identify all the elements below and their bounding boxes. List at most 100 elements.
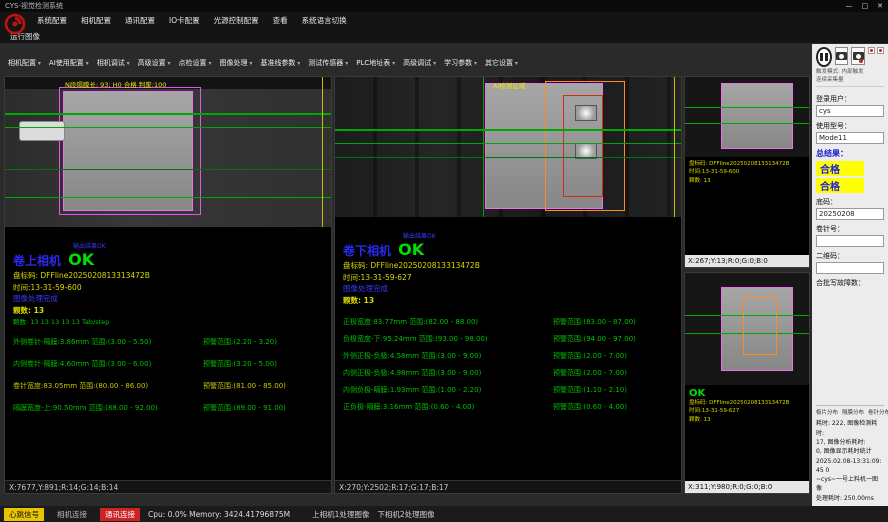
measurement-list: 正极宽度:83.77mm 范围:(82.00 - 88.00) 预警范围:(83…	[341, 317, 675, 412]
toolbar-item[interactable]: 基准线参数	[256, 58, 304, 68]
camera-snapshot-button[interactable]	[835, 47, 849, 65]
gripper-part	[19, 121, 65, 141]
measurement-warn-range: 预警范围:(2.20 - 3.20)	[203, 337, 323, 347]
preview-panel-lower[interactable]: OK 盘标码: DFFline2025020813313472B 时间:13-3…	[684, 272, 810, 494]
green-guide-line	[685, 123, 809, 124]
stats-tab[interactable]: 隔膜分布	[842, 408, 864, 416]
result-caption: 输出结果OK	[403, 231, 436, 240]
lower-camera-process-status: 下相机2处理图像	[377, 509, 434, 520]
measurement-list: 外侧卷针-隔膜:3.86mm 范围:(3.00 - 5.50) 预警范围:(2.…	[11, 337, 325, 413]
measurement-row: 卷针宽度:83.05mm 范围:(80.00 - 86.00) 预警范围:(81…	[13, 381, 323, 391]
menu-item[interactable]: 系统语言切换	[295, 15, 354, 26]
preview-result-ok: OK	[689, 388, 805, 399]
qr-code-field[interactable]	[816, 262, 884, 274]
alarm-indicator-icon[interactable]	[877, 47, 884, 54]
measurement-row: 负极宽度-下:95.24mm 范围:(93.00 - 98.00) 预警范围:(…	[343, 334, 673, 344]
result-value-badge: 合格	[816, 161, 864, 176]
toolbar-item[interactable]: 其它设置	[481, 58, 522, 68]
pause-button[interactable]	[816, 47, 832, 67]
toolbar-item[interactable]: 点检设置	[175, 58, 216, 68]
barcode-line: 盘标码: DFFline2025020813313472B	[341, 260, 675, 272]
measurement-value: 内侧卷针-隔膜:4.60mm 范围:(3.00 - 6.00)	[13, 359, 203, 369]
toolbar-item[interactable]: 学习参数	[440, 58, 481, 68]
measurement-row: 内侧正极-负极:4.98mm 范围:(3.00 - 9.00) 预警范围:(2.…	[343, 368, 673, 378]
total-result-label: 总结果：	[816, 148, 884, 159]
product-region	[721, 83, 793, 149]
status-bar: 心跳信号 相机连接 通讯连接 Cpu: 0.0% Memory: 3424.41…	[0, 506, 888, 522]
camera-info-lower: 输出结果OK 卷下相机 OK 盘标码: DFFline2025020813313…	[335, 217, 681, 480]
measurement-value: 正极宽度:83.77mm 范围:(82.00 - 88.00)	[343, 317, 553, 327]
measurement-value: 隔膜宽度-上:90.50mm 范围:(88.00 - 92.00)	[13, 403, 203, 413]
green-guide-line	[335, 143, 681, 144]
comm-connect-status-badge: 通讯连接	[100, 508, 140, 521]
run-image-tab-row: 运行图像	[0, 29, 888, 43]
count-line: 颗数: 13	[341, 295, 675, 307]
upper-camera-process-status: 上相机1处理图像	[312, 509, 369, 520]
preview-image	[685, 77, 809, 157]
app-logo-icon	[4, 13, 26, 35]
green-vertical-line	[483, 77, 484, 217]
stats-tab[interactable]: 卷针分布	[868, 408, 888, 416]
camera-result-title: 输出结果OK 卷上相机 OK	[13, 241, 325, 267]
measurement-warn-range: 预警范围:(2.00 - 7.00)	[553, 368, 673, 378]
bottom-code-label: 底码：	[816, 197, 884, 207]
measurement-warn-range: 预警范围:(3.20 - 5.00)	[203, 359, 323, 369]
camera-image-lower: AI检测区域	[335, 77, 681, 217]
measurement-warn-range: 预警范围:(81.00 - 85.00)	[203, 381, 323, 391]
camera-icon	[836, 52, 847, 60]
login-user-field[interactable]: cys	[816, 105, 884, 117]
menu-bar: 系统配置 相机配置 通讯配置 IO卡配置 光源控制配置 查看 系统语言切换	[0, 12, 888, 29]
measurement-warn-range: 预警范围:(89.00 - 91.00)	[203, 403, 323, 413]
count-line: 颗数: 13	[11, 305, 325, 317]
stats-tab[interactable]: 极片分布	[816, 408, 838, 416]
stats-log-line: 耗时: 222, 图像检测耗时:	[816, 419, 884, 438]
result-caption: 输出结果OK	[73, 241, 106, 250]
maximize-button[interactable]: □	[862, 2, 869, 10]
stats-log-line: 0, 图像显示耗时统计	[816, 447, 884, 456]
stats-tabs: 极片分布 隔膜分布 卷针分布	[816, 408, 884, 416]
green-guide-line	[5, 127, 331, 128]
menu-item[interactable]: IO卡配置	[162, 15, 207, 26]
close-button[interactable]: ✕	[877, 2, 883, 10]
product-region	[63, 91, 193, 211]
minimize-button[interactable]: —	[846, 2, 853, 10]
preview-info: OK 盘标码: DFFline2025020813313472B 时间:13-3…	[685, 385, 809, 427]
menu-item[interactable]: 查看	[266, 15, 295, 26]
qr-code-label: 二维码：	[816, 251, 884, 261]
pixel-coords-upper: X:7677,Y:891;R:14;G:14;B:14	[5, 480, 331, 493]
titlebar: CYS-视觉检测系统 — □ ✕	[0, 0, 888, 12]
menu-item[interactable]: 光源控制配置	[207, 15, 266, 26]
cpu-memory-status: Cpu: 0.0% Memory: 3424.41796875M	[148, 510, 290, 519]
camera-result-title: 输出结果OK 卷下相机 OK	[343, 231, 675, 257]
preview-panel-upper[interactable]: 盘标码: DFFline2025020813313472B 时间:13-31-5…	[684, 76, 810, 268]
menu-item[interactable]: 相机配置	[74, 15, 118, 26]
stats-log-line: ~cys~一号上料机一图像	[816, 475, 884, 494]
bottom-code-field[interactable]: 20250208	[816, 208, 884, 220]
camera-record-button[interactable]	[851, 47, 865, 65]
menu-item[interactable]: 通讯配置	[118, 15, 162, 26]
needle-number-field[interactable]	[816, 235, 884, 247]
toolbar-item[interactable]: PLC地址表	[352, 58, 399, 68]
toolbar-item[interactable]: AI使用配置	[45, 58, 93, 68]
menu-item[interactable]: 系统配置	[30, 15, 74, 26]
camera-panel-upper: N段隔膜长: 93; H0 合格 判废:100 输出结果OK 卷上相机 OK 盘…	[4, 76, 332, 494]
toolbar-item[interactable]: 高级设置	[134, 58, 175, 68]
measurement-value: 内侧正极-负极:4.98mm 范围:(3.00 - 9.00)	[343, 368, 553, 378]
model-field[interactable]: Mode11	[816, 132, 884, 144]
camera-connect-status: 相机连接	[52, 508, 92, 521]
toolbar-item[interactable]: 相机配置	[4, 58, 45, 68]
toolbar-item[interactable]: 高级调试	[399, 58, 440, 68]
toolbar-item[interactable]: 图像处理	[215, 58, 256, 68]
toolbar-item[interactable]: 相机调试	[93, 58, 134, 68]
toolbar-item[interactable]: 测试传感器	[304, 58, 352, 68]
barcode-line: 盘标码: DFFline2025020813313472B	[11, 270, 325, 282]
measurement-value: 外侧卷针-隔膜:3.86mm 范围:(3.00 - 5.50)	[13, 337, 203, 347]
alarm-indicator-icon[interactable]	[868, 47, 875, 54]
stats-log-line: 17, 图像分析耗时:	[816, 438, 884, 447]
time-line: 时间:13-31-59-600	[11, 282, 325, 294]
preview-coords: X:311;Y:980;R:0;G:0;B:0	[685, 481, 809, 493]
needle-number-label: 卷针号：	[816, 224, 884, 234]
preview-coords: X:267;Y:13;R:0;G:0;B:0	[685, 255, 809, 267]
measurement-value: 正负极-隔膜:3.16mm 范围:(0.60 - 4.00)	[343, 402, 553, 412]
measurement-row: 外侧卷针-隔膜:3.86mm 范围:(3.00 - 5.50) 预警范围:(2.…	[13, 337, 323, 347]
